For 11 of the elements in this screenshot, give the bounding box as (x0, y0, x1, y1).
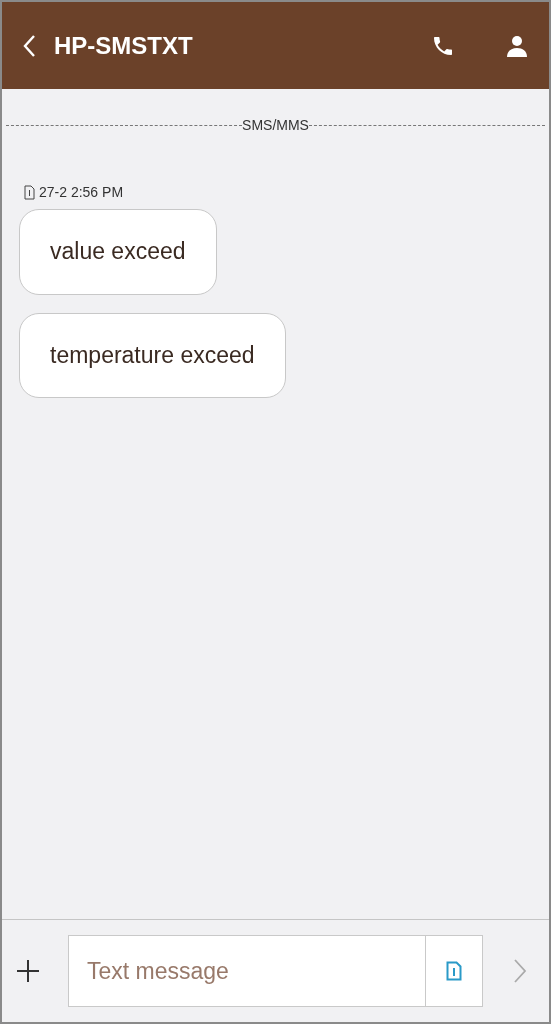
divider-label: SMS/MMS (242, 116, 309, 135)
message-input[interactable]: Text message (68, 935, 425, 1007)
contact-name: HP-SMSTXT (54, 30, 194, 61)
add-button[interactable] (16, 959, 40, 983)
back-button[interactable] (22, 33, 36, 58)
message-bubble: value exceed (19, 209, 217, 295)
message-bubble: temperature exceed (19, 312, 286, 399)
sim-icon (24, 185, 35, 200)
sim-icon[interactable] (446, 961, 462, 981)
message-timestamp: 27-2 2:56 PM (39, 183, 124, 202)
person-icon[interactable] (505, 33, 529, 58)
